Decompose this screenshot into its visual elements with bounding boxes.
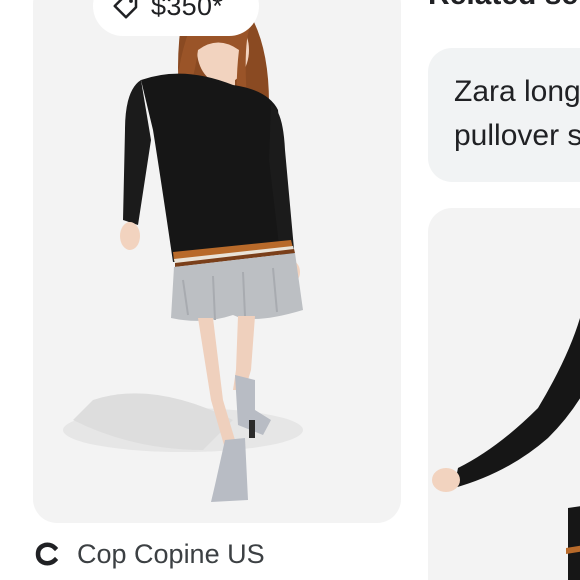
related-column: Zara long pullover s [428,0,580,580]
price-text: $350* [151,0,224,21]
source-name[interactable]: Cop Copine US [77,539,265,570]
tag-icon [111,0,141,21]
source-attribution[interactable]: Cop Copine US [33,534,265,574]
related-search-chip[interactable]: Zara long pullover s [428,48,580,182]
price-badge: $350* [93,0,259,36]
product-card[interactable]: $350* [33,0,401,523]
related-search-text: Zara long pullover s [454,70,580,158]
related-search-line2: pullover s [454,119,580,152]
product-image[interactable] [33,0,401,523]
related-product-image[interactable] [428,208,580,580]
source-logo-icon [33,539,63,569]
related-search-line1: Zara long [454,75,580,108]
related-product-card[interactable] [428,208,580,580]
